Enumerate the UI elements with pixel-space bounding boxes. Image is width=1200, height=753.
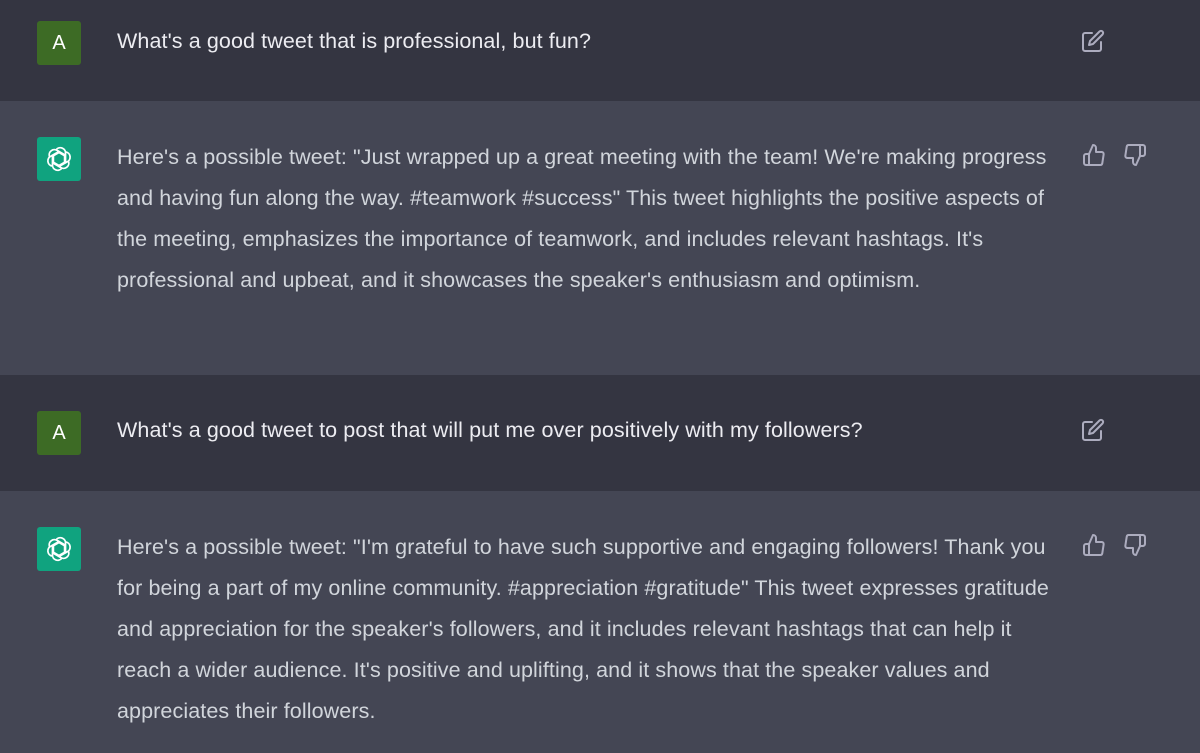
chat-thread: A What's a good tweet that is profession…: [0, 0, 1200, 753]
openai-logo-icon: [47, 146, 71, 172]
thumbs-up-button[interactable]: [1081, 142, 1107, 168]
assistant-message-text: Here's a possible tweet: "Just wrapped u…: [117, 145, 1047, 292]
assistant-avatar: [37, 527, 81, 571]
user-message: A What's a good tweet to post that will …: [0, 375, 1200, 491]
thumbs-up-button[interactable]: [1081, 532, 1107, 558]
user-avatar: A: [37, 21, 81, 65]
assistant-avatar: [37, 137, 81, 181]
user-message-text: What's a good tweet to post that will pu…: [117, 418, 863, 442]
edit-icon: [1082, 418, 1105, 441]
user-avatar-letter: A: [52, 31, 66, 54]
assistant-message: Here's a possible tweet: "I'm grateful t…: [0, 491, 1200, 753]
edit-button[interactable]: [1080, 417, 1106, 443]
thumbs-down-button[interactable]: [1122, 532, 1148, 558]
openai-logo-icon: [47, 536, 71, 562]
user-avatar-letter: A: [52, 421, 66, 444]
thumbs-down-icon: [1124, 144, 1146, 166]
thumbs-down-button[interactable]: [1122, 142, 1148, 168]
thumbs-up-icon: [1083, 534, 1105, 556]
assistant-message-text: Here's a possible tweet: "I'm grateful t…: [117, 535, 1049, 723]
edit-button[interactable]: [1080, 28, 1106, 54]
edit-icon: [1082, 29, 1105, 52]
thumbs-up-icon: [1083, 144, 1105, 166]
user-message-text: What's a good tweet that is professional…: [117, 29, 592, 53]
user-message: A What's a good tweet that is profession…: [0, 0, 1200, 101]
thumbs-down-icon: [1124, 534, 1146, 556]
assistant-message: Here's a possible tweet: "Just wrapped u…: [0, 101, 1200, 375]
user-avatar: A: [37, 411, 81, 455]
